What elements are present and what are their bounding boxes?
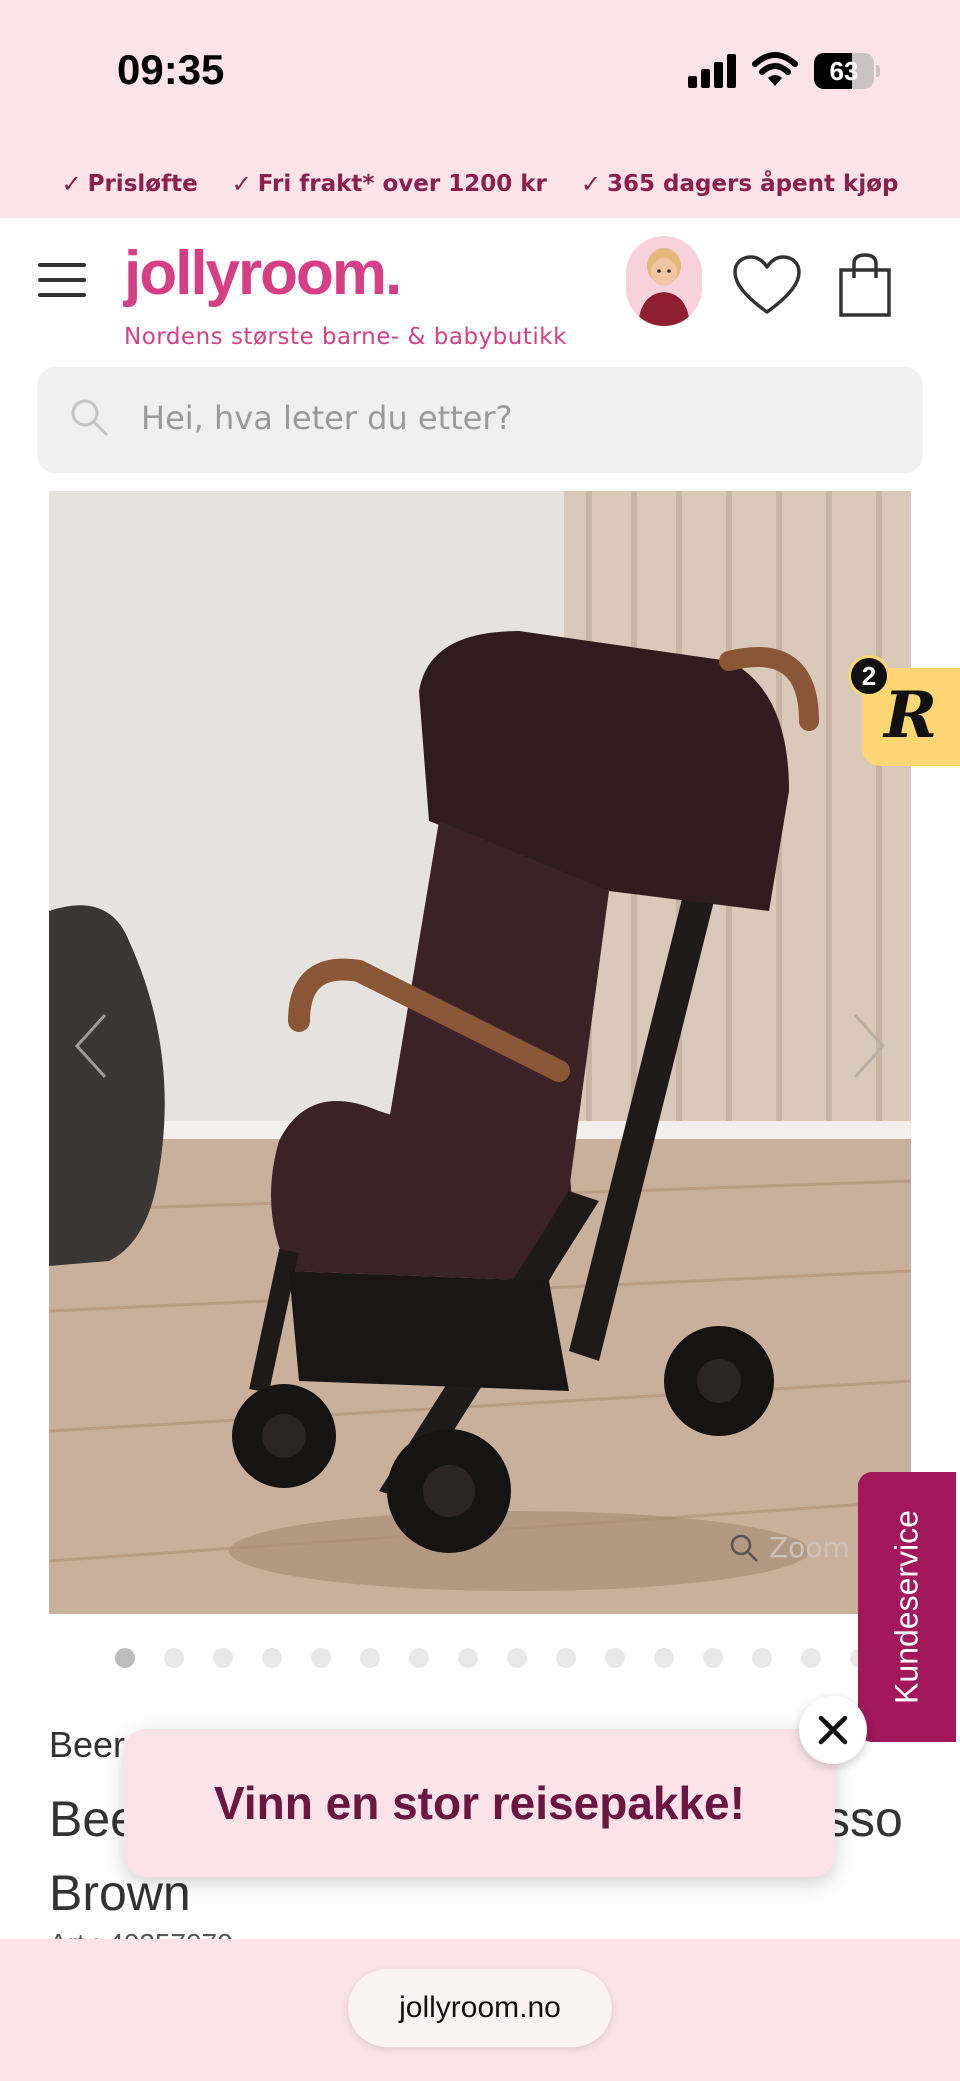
signal-icon (688, 54, 736, 88)
product-brand[interactable]: Beer (49, 1724, 125, 1766)
bag-icon[interactable] (838, 252, 892, 318)
search-placeholder: Hei, hva leter du etter? (141, 399, 513, 437)
chevron-right-icon[interactable] (849, 1011, 889, 1081)
heart-icon[interactable] (732, 254, 802, 316)
logo[interactable]: jollyroom. (124, 238, 402, 309)
carousel-dot[interactable] (556, 1648, 576, 1668)
carousel-dot[interactable] (164, 1648, 184, 1668)
close-button[interactable] (799, 1696, 867, 1764)
avatar[interactable] (626, 236, 702, 326)
carousel-dot[interactable] (360, 1648, 380, 1668)
usp-item-price-promise[interactable]: ✓ Prisløfte (62, 170, 198, 198)
usp-label: Fri frakt* over 1200 kr (257, 171, 547, 197)
site-header: jollyroom. Nordens største barne- & baby… (0, 218, 960, 363)
carousel-dots (115, 1648, 870, 1668)
stroller-photo (49, 491, 911, 1614)
carousel-dot[interactable] (654, 1648, 674, 1668)
carousel-dot[interactable] (703, 1648, 723, 1668)
carousel-dot[interactable] (409, 1648, 429, 1668)
battery-icon: 63 (814, 53, 880, 89)
carousel-dot[interactable] (311, 1648, 331, 1668)
battery-level: 63 (829, 56, 859, 86)
promo-popup[interactable]: Vinn en stor reisepakke! (124, 1729, 835, 1877)
check-icon: ✓ (580, 170, 601, 198)
carousel-dot[interactable] (507, 1648, 527, 1668)
customer-service-tab[interactable]: Kundeservice (858, 1472, 956, 1742)
tagline: Nordens største barne- & babybutikk (124, 324, 567, 350)
wifi-icon (752, 52, 798, 86)
status-time: 09:35 (117, 46, 225, 93)
carousel-dot[interactable] (752, 1648, 772, 1668)
check-icon: ✓ (231, 170, 252, 198)
carousel-dot[interactable] (801, 1648, 821, 1668)
usp-item-free-shipping[interactable]: ✓ Fri frakt* over 1200 kr (232, 170, 547, 198)
usp-item-open-purchase[interactable]: ✓ 365 dagers åpent kjøp (581, 170, 899, 198)
rewards-logo-icon: R (884, 678, 938, 753)
carousel-dot[interactable] (213, 1648, 233, 1668)
search-input[interactable]: Hei, hva leter du etter? (37, 367, 923, 473)
product-title-end: sso (825, 1791, 903, 1847)
usp-label: 365 dagers åpent kjøp (606, 171, 899, 197)
search-icon (71, 399, 108, 436)
url-bar[interactable]: jollyroom.no (348, 1969, 612, 2047)
status-bar: 09:35 63 (0, 0, 960, 150)
customer-service-label: Kundeservice (888, 1510, 925, 1704)
usp-label: Prisløfte (87, 171, 198, 197)
promo-text: Vinn en stor reisepakke! (214, 1777, 745, 1829)
close-icon (818, 1715, 848, 1745)
hamburger-icon[interactable] (38, 263, 86, 299)
check-icon: ✓ (61, 170, 82, 198)
usp-bar: ✓ Prisløfte ✓ Fri frakt* over 1200 kr ✓ … (0, 150, 960, 218)
carousel-dot[interactable] (458, 1648, 478, 1668)
carousel-dot[interactable] (262, 1648, 282, 1668)
chevron-left-icon[interactable] (71, 1011, 111, 1081)
carousel-dot[interactable] (605, 1648, 625, 1668)
product-image[interactable]: Zoom (49, 491, 911, 1614)
carousel-dot[interactable] (115, 1648, 135, 1668)
zoom-button[interactable]: Zoom (729, 1531, 850, 1564)
zoom-label: Zoom (769, 1531, 850, 1564)
magnifier-icon (730, 1534, 758, 1562)
rewards-count-badge: 2 (848, 655, 890, 697)
